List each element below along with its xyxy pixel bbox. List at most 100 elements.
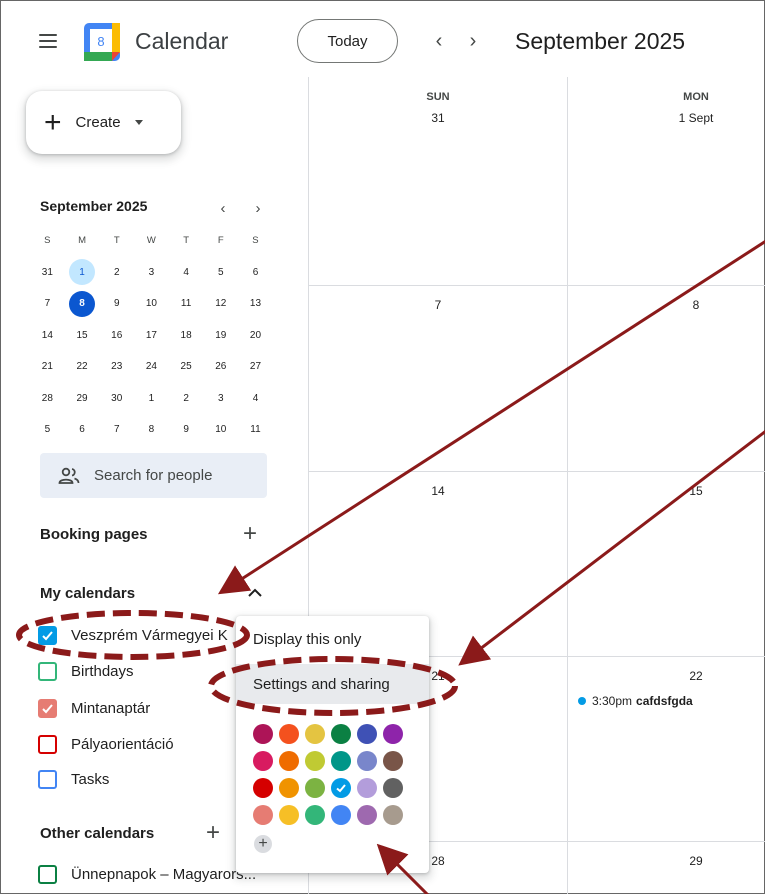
mini-day[interactable]: 19 xyxy=(208,322,234,348)
event-chip[interactable]: 3:30pm cafdsfgda xyxy=(578,694,693,708)
mini-day[interactable]: 22 xyxy=(69,354,95,380)
settings-and-sharing-item[interactable]: Settings and sharing xyxy=(236,664,429,704)
day-number[interactable]: 14 xyxy=(378,484,498,498)
color-swatch[interactable] xyxy=(279,778,299,798)
mini-day[interactable]: 6 xyxy=(242,259,268,285)
mini-day[interactable]: 27 xyxy=(242,354,268,380)
color-swatch[interactable] xyxy=(383,751,403,771)
color-swatch[interactable] xyxy=(305,805,325,825)
color-swatch[interactable] xyxy=(305,751,325,771)
search-people-input[interactable]: Search for people xyxy=(40,453,267,498)
calendar-checkbox[interactable] xyxy=(38,769,57,789)
mini-day[interactable]: 9 xyxy=(173,417,199,443)
add-booking-page-button[interactable]: + xyxy=(243,522,257,546)
mini-day[interactable]: 11 xyxy=(242,417,268,443)
color-swatch[interactable] xyxy=(305,724,325,744)
mini-day[interactable]: 30 xyxy=(104,385,130,411)
mini-prev-month-icon[interactable]: ‹ xyxy=(213,196,233,220)
calendar-checkbox[interactable] xyxy=(38,734,57,754)
chevron-right-icon[interactable]: › xyxy=(463,29,483,53)
color-swatch[interactable] xyxy=(253,751,273,771)
mini-day[interactable]: 12 xyxy=(208,291,234,317)
mini-day[interactable]: 5 xyxy=(208,259,234,285)
color-swatch-selected[interactable] xyxy=(331,778,351,798)
color-swatch[interactable] xyxy=(383,805,403,825)
day-number[interactable]: 29 xyxy=(636,854,756,868)
create-button[interactable]: + Create xyxy=(26,91,181,154)
day-number[interactable]: 22 xyxy=(636,669,756,683)
today-button[interactable]: Today xyxy=(297,19,398,63)
day-number[interactable]: 31 xyxy=(378,111,498,125)
color-swatch[interactable] xyxy=(305,778,325,798)
mini-day[interactable]: 26 xyxy=(208,354,234,380)
mini-day[interactable]: 8 xyxy=(69,290,96,317)
color-swatch[interactable] xyxy=(331,751,351,771)
mini-day[interactable]: 4 xyxy=(173,259,199,285)
day-number[interactable]: 8 xyxy=(636,298,756,312)
calendar-item[interactable]: Veszprém Vármegyei K xyxy=(38,622,228,648)
day-number[interactable]: 7 xyxy=(378,298,498,312)
color-swatch[interactable] xyxy=(253,778,273,798)
chevron-up-icon[interactable] xyxy=(246,584,264,602)
mini-day[interactable]: 29 xyxy=(69,385,95,411)
color-swatch[interactable] xyxy=(279,805,299,825)
main-menu-button[interactable] xyxy=(39,34,57,48)
calendar-checkbox[interactable] xyxy=(38,864,57,884)
add-custom-color-button[interactable]: + xyxy=(254,835,272,853)
mini-day[interactable]: 17 xyxy=(138,322,164,348)
mini-day[interactable]: 4 xyxy=(242,385,268,411)
mini-day[interactable]: 14 xyxy=(34,322,60,348)
calendar-checkbox[interactable] xyxy=(38,661,57,681)
mini-day[interactable]: 8 xyxy=(138,417,164,443)
mini-day[interactable]: 28 xyxy=(34,385,60,411)
color-swatch[interactable] xyxy=(253,724,273,744)
mini-day[interactable]: 18 xyxy=(173,322,199,348)
mini-day[interactable]: 7 xyxy=(104,417,130,443)
display-this-only-item[interactable]: Display this only xyxy=(236,619,429,659)
mini-day[interactable]: 23 xyxy=(104,354,130,380)
add-other-calendar-button[interactable]: + xyxy=(206,821,220,845)
calendar-checkbox[interactable] xyxy=(38,698,57,718)
day-number[interactable]: 1 Sept xyxy=(636,111,756,125)
day-number[interactable]: 15 xyxy=(636,484,756,498)
mini-day[interactable]: 5 xyxy=(34,417,60,443)
mini-day[interactable]: 24 xyxy=(138,354,164,380)
mini-day[interactable]: 31 xyxy=(34,259,60,285)
calendar-item[interactable]: Mintanaptár xyxy=(38,695,150,721)
mini-day[interactable]: 1 xyxy=(138,385,164,411)
mini-day[interactable]: 10 xyxy=(208,417,234,443)
mini-day[interactable]: 20 xyxy=(242,322,268,348)
calendar-item[interactable]: Pályaorientáció xyxy=(38,731,174,757)
mini-day[interactable]: 9 xyxy=(104,291,130,317)
color-swatch[interactable] xyxy=(357,724,377,744)
mini-day[interactable]: 3 xyxy=(138,259,164,285)
mini-day[interactable]: 2 xyxy=(104,259,130,285)
mini-day[interactable]: 1 xyxy=(69,259,96,286)
color-swatch[interactable] xyxy=(279,724,299,744)
mini-day[interactable]: 3 xyxy=(208,385,234,411)
color-swatch[interactable] xyxy=(357,751,377,771)
color-swatch[interactable] xyxy=(357,778,377,798)
color-swatch[interactable] xyxy=(383,724,403,744)
mini-day[interactable]: 16 xyxy=(104,322,130,348)
mini-day[interactable]: 6 xyxy=(69,417,95,443)
mini-day[interactable]: 2 xyxy=(173,385,199,411)
chevron-left-icon[interactable]: ‹ xyxy=(429,29,449,53)
calendar-item[interactable]: Tasks xyxy=(38,766,109,792)
caret-down-icon[interactable] xyxy=(134,120,143,125)
calendar-item[interactable]: Ünnepnapok – Magyarors... xyxy=(38,861,256,887)
mini-day[interactable]: 15 xyxy=(69,322,95,348)
calendar-checkbox[interactable] xyxy=(38,625,57,645)
mini-day[interactable]: 7 xyxy=(34,291,60,317)
mini-day[interactable]: 13 xyxy=(242,291,268,317)
color-swatch[interactable] xyxy=(331,805,351,825)
color-swatch[interactable] xyxy=(357,805,377,825)
calendar-item[interactable]: Birthdays xyxy=(38,658,134,684)
mini-day[interactable]: 10 xyxy=(138,291,164,317)
color-swatch[interactable] xyxy=(279,751,299,771)
mini-day[interactable]: 25 xyxy=(173,354,199,380)
color-swatch[interactable] xyxy=(331,724,351,744)
mini-day[interactable]: 11 xyxy=(173,291,199,317)
mini-day[interactable]: 21 xyxy=(34,354,60,380)
mini-next-month-icon[interactable]: › xyxy=(248,196,268,220)
